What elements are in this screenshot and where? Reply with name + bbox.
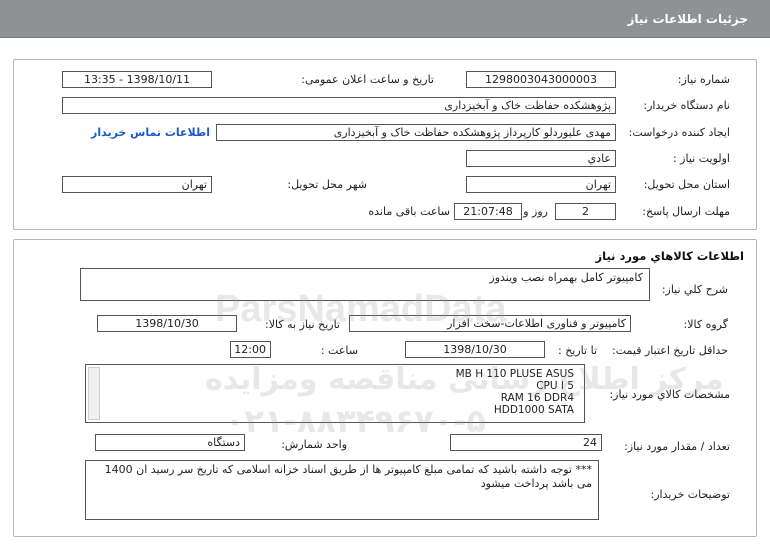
need-number-field: 1298003043000003 xyxy=(466,71,616,88)
quantity-label: تعداد / مقدار مورد نیاز: xyxy=(624,440,730,453)
specs-listbox[interactable]: MB H 110 PLUSE ASUS CPU I 5 RAM 16 DDR4 … xyxy=(85,364,585,423)
quantity-field: 24 xyxy=(450,434,602,451)
need-date-field: 1398/10/30 xyxy=(97,315,237,332)
title-bar: جزئیات اطلاعات نیاز xyxy=(0,0,770,38)
goods-section-title: اطلاعات کالاهاي مورد نياز xyxy=(595,249,744,263)
specs-scrollbar[interactable] xyxy=(88,367,100,420)
goods-group-label: گروه کالا: xyxy=(683,318,728,331)
min-validity-until-label: تا تاریخ : xyxy=(558,344,597,357)
specs-line: MB H 110 PLUSE ASUS xyxy=(455,368,574,380)
creator-label: ایجاد کننده درخواست: xyxy=(628,126,730,139)
city-label: شهر محل تحویل: xyxy=(287,178,367,191)
specs-lines: MB H 110 PLUSE ASUS CPU I 5 RAM 16 DDR4 … xyxy=(456,368,574,416)
buyer-notes-label: توضیحات خریدار: xyxy=(650,488,731,501)
deadline-remaining-label: ساعت باقی مانده xyxy=(368,205,450,218)
page-title: جزئیات اطلاعات نیاز xyxy=(627,12,748,26)
city-field: تهران xyxy=(62,176,212,193)
goods-group-field: کامپیوتر و فناوری اطلاعات-سخت افزار xyxy=(349,315,631,332)
buyer-contact-link[interactable]: اطلاعات تماس خریدار xyxy=(91,126,210,139)
specs-line: CPU I 5 xyxy=(536,380,574,392)
unit-label: واحد شمارش: xyxy=(281,438,347,451)
province-label: استان محل تحویل: xyxy=(643,178,730,191)
deadline-days-field: 2 xyxy=(555,203,616,220)
buyer-org-field: پژوهشکده حفاظت خاک و آبخیزداری xyxy=(62,97,616,114)
need-number-label: شماره نیاز: xyxy=(677,73,730,86)
specs-line: HDD1000 SATA xyxy=(493,404,574,416)
priority-label: اولویت نیاز : xyxy=(672,152,730,165)
deadline-label: مهلت ارسال پاسخ: xyxy=(642,205,730,218)
province-field: تهران xyxy=(466,176,616,193)
creator-field: مهدی علیوردلو کارپرداز پژوهشکده حفاظت خا… xyxy=(216,124,616,141)
deadline-days-word: روز و xyxy=(523,205,548,218)
min-validity-label: حداقل تاریخ اعتبار قیمت: xyxy=(612,344,728,357)
announce-date-field: 1398/10/11 - 13:35 xyxy=(62,71,212,88)
deadline-time-field: 21:07:48 xyxy=(454,203,522,220)
announce-date-label: تاریخ و ساعت اعلان عمومی: xyxy=(301,73,434,86)
specs-line: RAM 16 DDR4 xyxy=(500,392,574,404)
min-validity-time-field: 12:00 xyxy=(230,341,271,358)
unit-field: دستگاه xyxy=(95,434,245,451)
general-desc-label: شرح کلي نياز: xyxy=(661,283,728,296)
min-validity-time-label: ساعت : xyxy=(320,344,358,357)
specs-label: مشخصات کالاي مورد نياز: xyxy=(609,388,730,401)
buyer-org-label: نام دستگاه خریدار: xyxy=(643,99,730,112)
min-validity-date-field: 1398/10/30 xyxy=(405,341,545,358)
priority-field: عادي xyxy=(466,150,616,167)
general-desc-field: کامپیوتر کامل بهمراه نصب ویندوز xyxy=(80,268,650,301)
need-date-label: تاریخ نیاز به کالا: xyxy=(265,318,340,331)
buyer-notes-field: *** توجه داشته باشید که تمامی مبلغ کامپی… xyxy=(85,460,599,520)
